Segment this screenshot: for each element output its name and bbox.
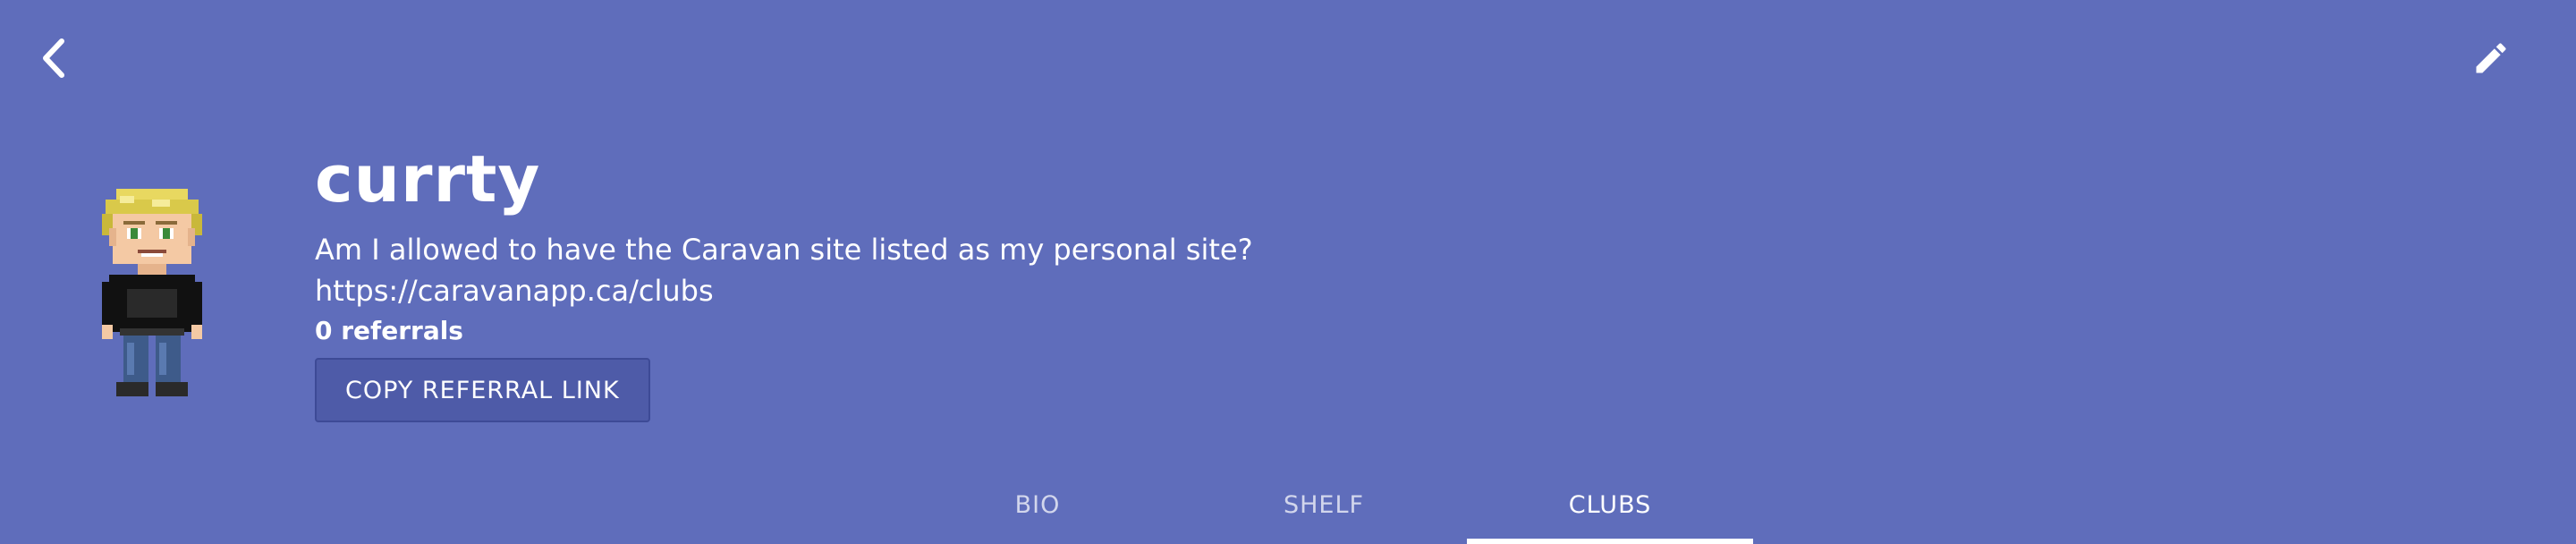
profile-info: currty Am I allowed to have the Caravan …	[315, 134, 1253, 422]
back-button[interactable]	[27, 27, 80, 89]
profile-header: currty Am I allowed to have the Caravan …	[0, 0, 2576, 544]
tab-bio[interactable]: BIO	[894, 465, 1181, 544]
copy-referral-link-button[interactable]: COPY REFERRAL LINK	[315, 358, 650, 422]
edit-profile-button[interactable]	[2460, 27, 2522, 89]
tab-shelf[interactable]: SHELF	[1181, 465, 1467, 544]
username: currty	[315, 141, 541, 217]
chevron-left-icon	[43, 38, 64, 78]
profile-tabs: BIO SHELF CLUBS	[894, 465, 1753, 544]
website-link[interactable]: https://caravanapp.ca/clubs	[315, 270, 1253, 311]
tab-clubs[interactable]: CLUBS	[1467, 465, 1753, 544]
pencil-icon	[2476, 43, 2506, 73]
pixel-avatar	[102, 189, 202, 396]
referral-count: 0 referrals	[315, 316, 463, 345]
bio-text: Am I allowed to have the Caravan site li…	[315, 233, 1253, 267]
